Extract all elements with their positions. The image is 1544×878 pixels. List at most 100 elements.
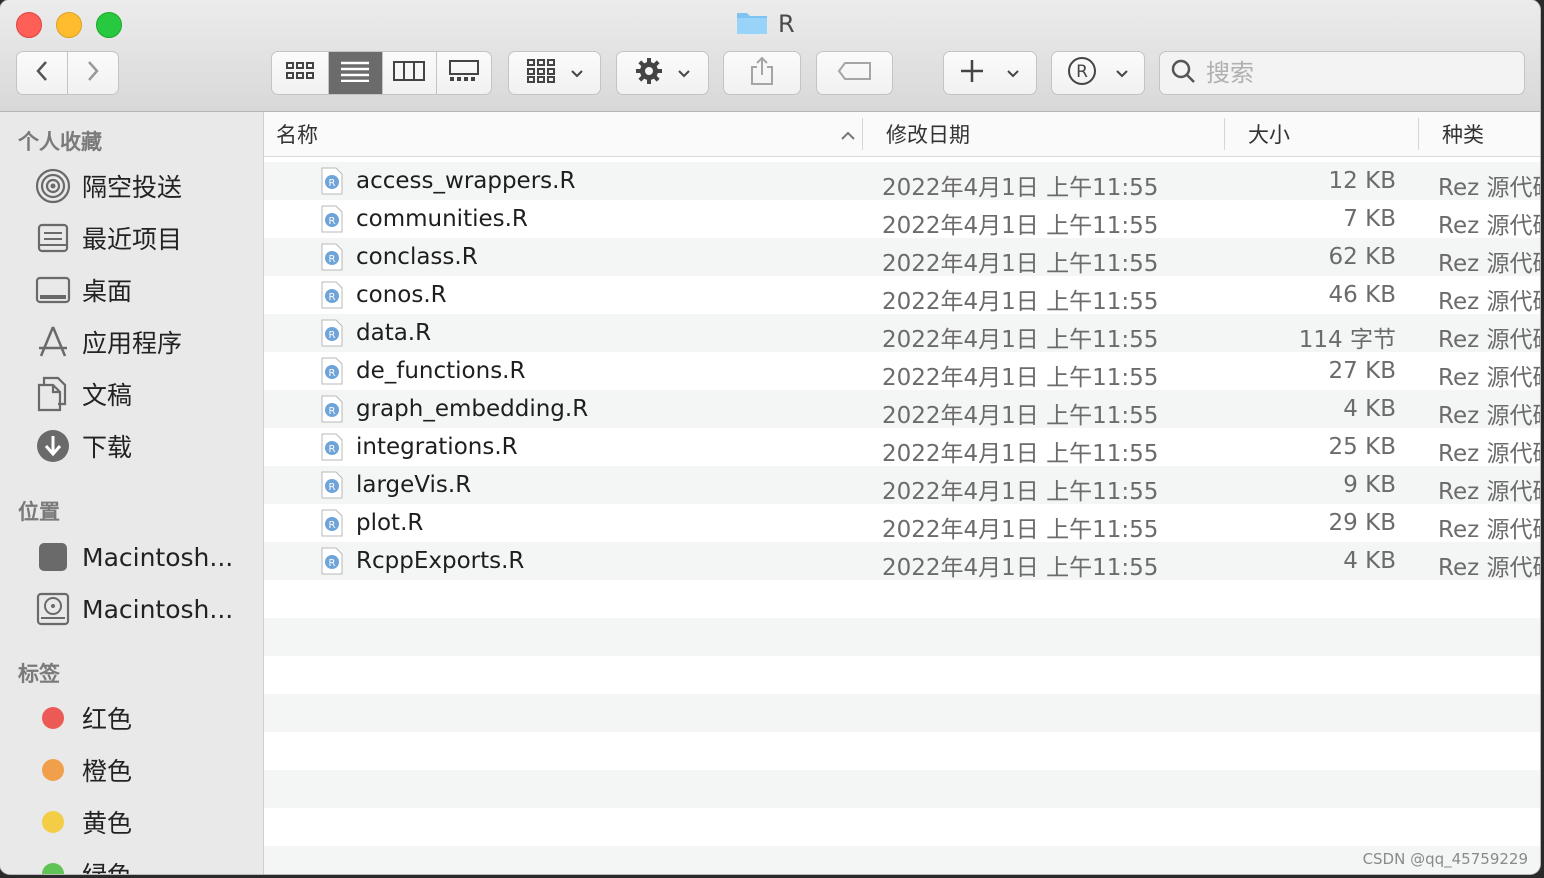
file-name: integrations.R — [356, 434, 518, 460]
empty-row — [264, 656, 1540, 694]
svg-text:R: R — [329, 292, 336, 303]
file-name: conos.R — [356, 282, 447, 308]
list-view-button[interactable] — [327, 52, 382, 94]
search-icon — [1170, 58, 1196, 88]
file-date: 2022年4月1日 上午11:55 — [882, 403, 1159, 429]
sidebar-item-recents[interactable]: 最近项目 — [34, 216, 182, 260]
plus-icon — [960, 59, 984, 87]
sidebar-item-airdrop[interactable]: 隔空投送 — [34, 164, 182, 208]
column-view-button[interactable] — [381, 52, 436, 94]
file-row[interactable]: Rde_functions.R 2022年4月1日 上午11:55 27 KB Rez… — [264, 352, 1540, 391]
share-button[interactable] — [723, 51, 801, 95]
file-kind: Rez 源代码 — [1438, 555, 1540, 581]
file-row[interactable]: Rconclass.R 2022年4月1日 上午11:55 62 KB Rez 源代码 — [264, 238, 1540, 277]
sidebar: 个人收藏 隔空投送 最近项目 桌面 应用程序 文稿 下载 位置 Macintos… — [0, 112, 264, 874]
sidebar-item-label: 红色 — [82, 705, 133, 734]
chevron-left-icon — [35, 59, 49, 87]
sidebar-item-applications[interactable]: 应用程序 — [34, 320, 182, 364]
disk-icon — [34, 538, 72, 576]
zoom-button[interactable] — [96, 12, 122, 38]
column-header-kind[interactable]: 种类 — [1442, 112, 1484, 156]
column-divider[interactable] — [1418, 118, 1419, 150]
sidebar-item-tag-yellow[interactable]: 黄色 — [34, 800, 132, 844]
applications-icon — [34, 323, 72, 361]
sidebar-item-documents[interactable]: 文稿 — [34, 372, 132, 416]
file-kind: Rez 源代码 — [1438, 365, 1540, 391]
sidebar-item-label: 绿色 — [82, 856, 132, 874]
r-file-icon: R — [320, 167, 344, 201]
file-row[interactable]: Rintegrations.R 2022年4月1日 上午11:55 25 KB Rez… — [264, 428, 1540, 467]
group-by-button[interactable] — [508, 51, 601, 95]
column-header-size[interactable]: 大小 — [1248, 112, 1290, 156]
close-button[interactable] — [16, 12, 42, 38]
svg-text:R: R — [329, 482, 336, 493]
svg-text:R: R — [329, 368, 336, 379]
file-row[interactable]: Rplot.R 2022年4月1日 上午11:55 29 KB Rez 源代码 — [264, 504, 1540, 543]
file-row[interactable]: Raccess_wrappers.R 2022年4月1日 上午11:55 12 KB… — [264, 162, 1540, 201]
sidebar-item-tag-orange[interactable]: 橙色 — [34, 748, 132, 792]
back-button[interactable] — [17, 52, 67, 94]
sidebar-item-tag-red[interactable]: 红色 — [34, 696, 132, 740]
new-item-button[interactable] — [943, 51, 1037, 95]
file-name: de_functions.R — [356, 358, 526, 384]
file-size: 62 KB — [1328, 244, 1396, 270]
action-menu-button[interactable] — [616, 51, 709, 95]
sidebar-item-macintosh-hd[interactable]: Macintosh... — [34, 535, 233, 579]
svg-text:R: R — [329, 520, 336, 531]
sidebar-item-downloads[interactable]: 下载 — [34, 424, 132, 468]
svg-text:R: R — [329, 254, 336, 265]
extension-button[interactable]: R — [1051, 51, 1145, 95]
forward-button[interactable] — [67, 52, 118, 94]
gallery-view-button[interactable] — [436, 52, 491, 94]
sidebar-item-tag-green[interactable]: 绿色 — [34, 852, 132, 874]
column-divider[interactable] — [1224, 118, 1225, 150]
column-divider[interactable] — [862, 118, 863, 150]
svg-text:R: R — [329, 444, 336, 455]
r-file-icon: R — [320, 395, 344, 429]
file-row[interactable]: R RcppExports.R 2022年4月1日 上午11:55 4 KB Rez 源… — [264, 542, 1540, 581]
r-file-icon: R — [320, 205, 344, 239]
search-field[interactable] — [1159, 51, 1525, 95]
file-size: 12 KB — [1328, 168, 1396, 194]
chevron-right-icon — [86, 59, 100, 87]
file-name: largeVis.R — [356, 472, 472, 498]
r-file-icon: R — [320, 281, 344, 315]
empty-row — [264, 770, 1540, 808]
empty-row — [264, 732, 1540, 770]
file-size: 4 KB — [1343, 396, 1396, 422]
airdrop-icon — [34, 167, 72, 205]
chevron-down-icon — [1006, 64, 1020, 83]
column-header: 名称 修改日期 大小 种类 — [264, 112, 1540, 157]
file-row[interactable]: Rcommunities.R 2022年4月1日 上午11:55 7 KB Rez 源… — [264, 200, 1540, 239]
column-header-date[interactable]: 修改日期 — [886, 112, 970, 156]
file-kind: Rez 源代码 — [1438, 479, 1540, 505]
file-name: communities.R — [356, 206, 528, 232]
gear-icon — [635, 57, 663, 89]
locations-heading: 位置 — [18, 500, 60, 524]
file-row[interactable]: Rgraph_embedding.R 2022年4月1日 上午11:55 4 KB R… — [264, 390, 1540, 429]
icon-view-button[interactable] — [272, 52, 328, 94]
recents-icon — [34, 219, 72, 257]
file-row[interactable]: Rconos.R 2022年4月1日 上午11:55 46 KB Rez 源代码 — [264, 276, 1540, 315]
chevron-down-icon — [677, 64, 691, 83]
tag-icon — [837, 61, 873, 85]
sidebar-item-desktop[interactable]: 桌面 — [34, 268, 132, 312]
file-date: 2022年4月1日 上午11:55 — [882, 517, 1159, 543]
column-header-name[interactable]: 名称 — [276, 112, 856, 156]
sidebar-item-macintosh-external[interactable]: Macintosh... — [34, 587, 233, 631]
file-name: conclass.R — [356, 244, 478, 270]
file-row[interactable]: RlargeVis.R 2022年4月1日 上午11:55 9 KB Rez 源代码 — [264, 466, 1540, 505]
file-name: RcppExports.R — [356, 548, 525, 574]
tag-button[interactable] — [816, 51, 893, 95]
file-row[interactable]: Rdata.R 2022年4月1日 上午11:55 114 字节 Rez 源代码 — [264, 314, 1540, 353]
search-input[interactable] — [1204, 58, 1508, 88]
finder-window: R R 搜索 个人收藏 隔空投送 最近项目 桌面 应用程序 文稿 下载 位置 M… — [0, 0, 1540, 874]
empty-row — [264, 694, 1540, 732]
minimize-button[interactable] — [56, 12, 82, 38]
svg-text:R: R — [329, 406, 336, 417]
chevron-down-icon — [1115, 64, 1129, 83]
sidebar-item-label: 最近项目 — [82, 225, 183, 254]
grid-icon — [526, 58, 556, 88]
documents-icon — [34, 375, 72, 413]
toolbar: R R 搜索 — [0, 0, 1540, 112]
